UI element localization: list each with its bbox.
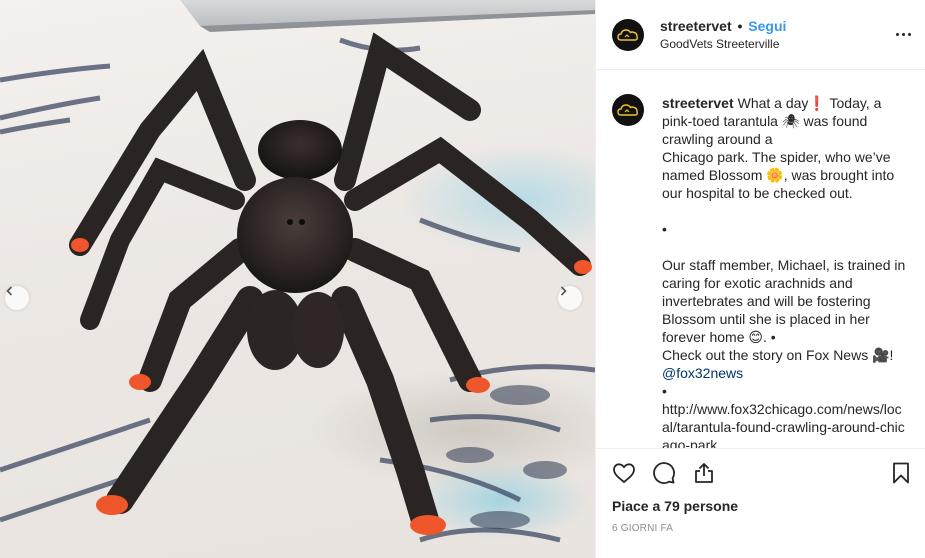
comments-area[interactable]: streetervet What a day❗ Today, a pink-toe… <box>596 70 925 448</box>
post-timestamp[interactable]: 6 giorni fa <box>612 523 909 534</box>
comment-button[interactable] <box>652 461 676 485</box>
caption-username-link[interactable]: streetervet <box>662 95 734 111</box>
caption-avatar[interactable] <box>612 94 644 126</box>
avatar[interactable] <box>612 18 644 51</box>
likes-count[interactable]: Piace a 79 persone <box>612 497 909 515</box>
comment-icon <box>653 462 675 484</box>
share-icon <box>695 463 713 483</box>
location-link[interactable]: GoodVets Streeterville <box>660 35 786 53</box>
share-button[interactable] <box>692 461 716 485</box>
post-media[interactable] <box>0 0 595 558</box>
caption-url: http://www.fox32chicago.com/news/local/t… <box>662 401 905 448</box>
more-options-icon <box>894 32 912 36</box>
follow-button[interactable]: Segui <box>748 18 786 34</box>
like-button[interactable] <box>612 461 636 485</box>
tarantula-photo <box>0 0 595 543</box>
goodvets-logo-icon <box>617 104 638 116</box>
bookmark-icon <box>893 462 909 484</box>
more-options-button[interactable] <box>893 24 913 44</box>
caption-bullet-2: • <box>662 383 667 399</box>
post-sidebar: streetervet • Segui GoodVets Streetervil… <box>595 0 925 558</box>
caption-text-4: Check out the story on Fox News 🎥! <box>662 347 894 363</box>
save-button[interactable] <box>889 461 913 485</box>
chevron-left-icon <box>6 286 13 296</box>
header-names: streetervet • Segui GoodVets Streetervil… <box>660 17 786 53</box>
separator-dot: • <box>737 17 743 34</box>
caption-bullet-1: • <box>662 221 667 237</box>
post-footer: Piace a 79 persone 6 giorni fa <box>596 448 925 558</box>
post-caption: streetervet What a day❗ Today, a pink-toe… <box>662 94 906 448</box>
goodvets-logo-icon <box>617 28 638 41</box>
action-bar <box>612 449 909 497</box>
heart-icon <box>613 463 635 483</box>
caption-text-2: Chicago park. The spider, who we’ve name… <box>662 149 895 201</box>
caption-text-3: Our staff member, Michael, is trained in… <box>662 257 906 345</box>
instagram-post: streetervet • Segui GoodVets Streetervil… <box>0 0 925 558</box>
previous-photo-button[interactable] <box>5 286 29 310</box>
post-header: streetervet • Segui GoodVets Streetervil… <box>596 0 925 70</box>
chevron-right-icon <box>560 286 567 296</box>
mention-link[interactable]: @fox32news <box>662 365 743 381</box>
next-photo-button[interactable] <box>558 286 582 310</box>
username-link[interactable]: streetervet <box>660 18 732 34</box>
